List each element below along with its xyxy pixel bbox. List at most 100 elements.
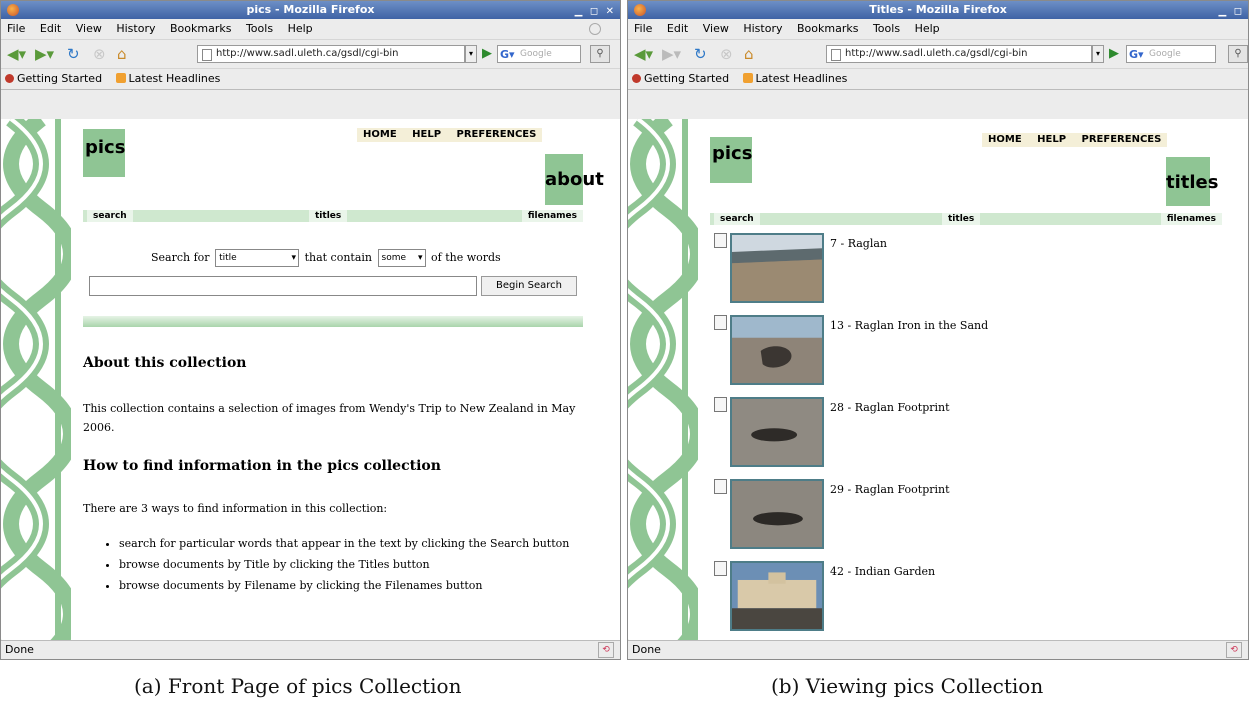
page-label: about — [545, 154, 604, 205]
document-title-link[interactable]: 29 - Raglan Footprint — [830, 483, 950, 496]
list-item[interactable]: 29 - Raglan Footprint — [714, 479, 1114, 553]
document-title-link[interactable]: 13 - Raglan Iron in the Sand — [830, 319, 988, 332]
web-search-placeholder: Google — [520, 49, 552, 59]
firefox-bookmark-icon — [5, 74, 14, 83]
search-nav-button[interactable]: search — [714, 213, 760, 225]
home-icon[interactable]: ⌂ — [117, 46, 127, 62]
magnifier-icon[interactable]: ⚲ — [1228, 45, 1248, 63]
titles-nav-button[interactable]: titles — [309, 210, 348, 222]
back-arrow-icon[interactable]: ◀▾ — [634, 46, 653, 62]
filenames-nav-button[interactable]: filenames — [1160, 213, 1222, 225]
document-icon[interactable] — [714, 561, 727, 576]
help-link[interactable]: HELP — [412, 129, 441, 140]
menu-file[interactable]: File — [7, 22, 25, 35]
url-field[interactable]: http://www.sadl.uleth.ca/gsdl/cgi-bin — [197, 45, 465, 63]
go-arrow-icon[interactable]: ▶ — [1109, 46, 1119, 61]
top-navigation: HOME HELP PREFERENCES — [357, 128, 543, 142]
status-bar: Done ⟲ — [1, 640, 620, 659]
bookmark-latest-headlines[interactable]: Latest Headlines — [115, 72, 220, 85]
firefox-bookmark-icon — [632, 74, 641, 83]
go-arrow-icon[interactable]: ▶ — [482, 46, 492, 61]
forward-arrow-icon[interactable]: ▶▾ — [662, 46, 681, 62]
query-input[interactable] — [89, 276, 477, 296]
menu-bar: File Edit View History Bookmarks Tools H… — [628, 19, 1248, 40]
list-item[interactable]: 42 - Indian Garden — [714, 561, 1114, 635]
list-item: search for particular words that appear … — [119, 533, 569, 554]
match-value: some — [381, 253, 407, 263]
of-words-label: of the words — [431, 251, 501, 264]
menu-history[interactable]: History — [116, 22, 155, 35]
braid-border-decoration — [628, 119, 698, 642]
navigation-toolbar: ◀▾ ▶▾ ↻ ⊗ ⌂ http://www.sadl.uleth.ca/gsd… — [628, 40, 1248, 69]
about-heading: About this collection — [83, 355, 247, 371]
thumbnail-image[interactable] — [730, 315, 824, 385]
stop-icon[interactable]: ⊗ — [93, 46, 106, 62]
list-item[interactable]: 28 - Raglan Footprint — [714, 397, 1114, 471]
help-link[interactable]: HELP — [1037, 134, 1066, 145]
home-link[interactable]: HOME — [363, 129, 397, 140]
bookmark-latest-headlines[interactable]: Latest Headlines — [742, 72, 847, 85]
thumbnail-image[interactable] — [730, 233, 824, 303]
thumbnail-image[interactable] — [730, 561, 824, 631]
menu-bookmarks[interactable]: Bookmarks — [797, 22, 858, 35]
back-arrow-icon[interactable]: ◀▾ — [7, 46, 26, 62]
menu-help[interactable]: Help — [288, 22, 313, 35]
menu-help[interactable]: Help — [915, 22, 940, 35]
menu-view[interactable]: View — [76, 22, 102, 35]
menu-bookmarks[interactable]: Bookmarks — [170, 22, 231, 35]
url-history-dropdown[interactable]: ▾ — [1092, 45, 1104, 63]
titles-nav-button[interactable]: titles — [942, 213, 981, 225]
filenames-nav-button[interactable]: filenames — [521, 210, 583, 222]
window-title: pics - Mozilla Firefox — [246, 3, 375, 16]
menu-tools[interactable]: Tools — [246, 22, 273, 35]
browser-window-right: Titles - Mozilla Firefox ▁ ◻ File Edit V… — [627, 0, 1249, 660]
preferences-link[interactable]: PREFERENCES — [457, 129, 537, 140]
document-title-link[interactable]: 28 - Raglan Footprint — [830, 401, 950, 414]
google-icon: G▾ — [1129, 48, 1144, 61]
status-security-icon[interactable]: ⟲ — [598, 642, 614, 658]
web-search-field[interactable]: G▾ Google — [1126, 45, 1216, 63]
home-icon[interactable]: ⌂ — [744, 46, 754, 62]
match-select[interactable]: some ▾ — [377, 249, 426, 267]
document-title-link[interactable]: 42 - Indian Garden — [830, 565, 935, 578]
bookmark-getting-started[interactable]: Getting Started — [632, 72, 729, 85]
status-security-icon[interactable]: ⟲ — [1226, 642, 1242, 658]
menu-file[interactable]: File — [634, 22, 652, 35]
search-nav-button[interactable]: search — [87, 210, 133, 222]
thumbnail-image[interactable] — [730, 479, 824, 549]
magnifier-icon[interactable]: ⚲ — [590, 45, 610, 63]
document-title-link[interactable]: 7 - Raglan — [830, 237, 887, 250]
begin-search-label: Begin Search — [495, 280, 562, 291]
reload-icon[interactable]: ↻ — [694, 46, 707, 62]
web-search-field[interactable]: G▾ Google — [497, 45, 581, 63]
preferences-link[interactable]: PREFERENCES — [1082, 134, 1162, 145]
list-item[interactable]: 7 - Raglan — [714, 233, 1114, 307]
document-icon[interactable] — [714, 479, 727, 494]
howto-heading: How to find information in the pics coll… — [83, 458, 441, 474]
search-field-select[interactable]: title ▾ — [215, 249, 300, 267]
thumbnail-image[interactable] — [730, 397, 824, 467]
collection-title[interactable]: pics — [710, 137, 752, 183]
url-history-dropdown[interactable]: ▾ — [465, 45, 477, 63]
document-icon[interactable] — [714, 397, 727, 412]
home-link[interactable]: HOME — [988, 134, 1022, 145]
menu-view[interactable]: View — [703, 22, 729, 35]
url-field[interactable]: http://www.sadl.uleth.ca/gsdl/cgi-bin — [826, 45, 1092, 63]
stop-icon[interactable]: ⊗ — [720, 46, 733, 62]
begin-search-button[interactable]: Begin Search — [481, 276, 577, 296]
reload-icon[interactable]: ↻ — [67, 46, 80, 62]
status-bar: Done ⟲ — [628, 640, 1248, 659]
menu-tools[interactable]: Tools — [873, 22, 900, 35]
list-item[interactable]: 13 - Raglan Iron in the Sand — [714, 315, 1114, 389]
menu-edit[interactable]: Edit — [40, 22, 61, 35]
rss-icon — [742, 73, 753, 83]
collection-title[interactable]: pics — [83, 129, 125, 177]
howto-intro: There are 3 ways to find information in … — [83, 502, 388, 515]
document-icon[interactable] — [714, 233, 727, 248]
bookmark-getting-started[interactable]: Getting Started — [5, 72, 102, 85]
forward-arrow-icon[interactable]: ▶▾ — [35, 46, 54, 62]
document-icon[interactable] — [714, 315, 727, 330]
browser-window-left: pics - Mozilla Firefox ▁ ◻ ✕ File Edit V… — [0, 0, 621, 660]
menu-edit[interactable]: Edit — [667, 22, 688, 35]
menu-history[interactable]: History — [743, 22, 782, 35]
